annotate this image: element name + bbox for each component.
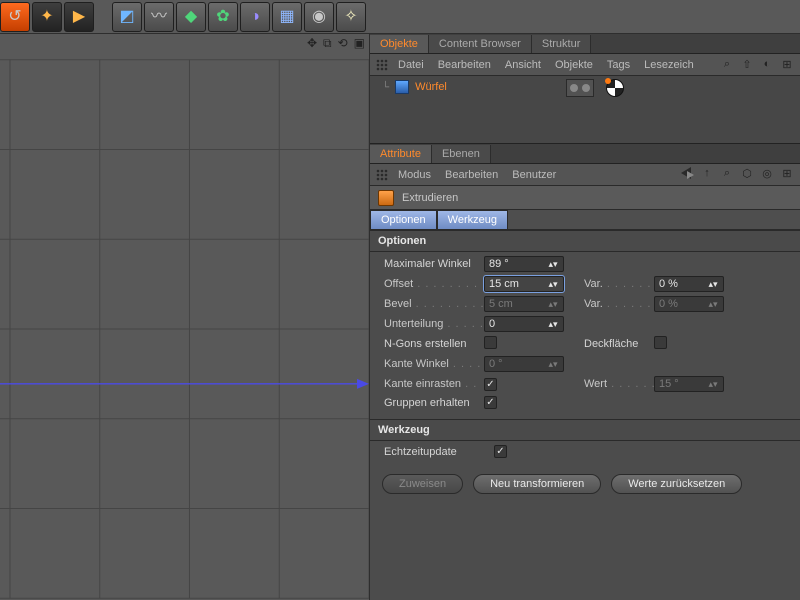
nav-back-icon[interactable] [680, 167, 694, 182]
max-angle-field[interactable]: 89 °▴▾ [484, 256, 564, 272]
primitive-cube-button[interactable]: ◩ [112, 2, 142, 32]
object-row-wuerfel[interactable]: └ Würfel [382, 80, 447, 94]
wert-label: Wert . . . . . . [584, 378, 654, 390]
undo-button[interactable]: ↺ [0, 2, 30, 32]
spline-button[interactable]: 〰 [144, 2, 174, 32]
target-icon[interactable]: ◎ [760, 167, 774, 182]
offset-label: Offset . . . . . . . . . [384, 278, 484, 290]
script-button[interactable]: ✦ [32, 2, 62, 32]
floor-button[interactable]: ▦ [272, 2, 302, 32]
om-menu-lesezeichen[interactable]: Lesezeich [644, 59, 694, 71]
vp-rotate-icon[interactable]: ⟲ [338, 36, 348, 51]
keep-groups-checkbox[interactable] [484, 396, 497, 409]
bevel-field: 5 cm▴▾ [484, 296, 564, 312]
cube-icon [395, 80, 409, 94]
reset-values-button[interactable]: Werte zurücksetzen [611, 474, 742, 494]
vp-zoom-icon[interactable]: ⧉ [323, 36, 332, 51]
section-optionen-title: Optionen [370, 230, 800, 252]
werkzeug-buttons: Zuweisen Neu transformieren Werte zurück… [370, 468, 800, 506]
render-button[interactable]: ▶ [64, 2, 94, 32]
deformer-button[interactable]: ✿ [208, 2, 238, 32]
grip-icon[interactable] [376, 59, 388, 71]
section-werkzeug-title: Werkzeug [370, 419, 800, 441]
caps-label: Deckfläche [584, 338, 654, 350]
phong-tag-icon[interactable] [606, 79, 624, 97]
om-menu-bearbeiten[interactable]: Bearbeiten [438, 59, 491, 71]
am-search-icon[interactable]: ⌕ [720, 167, 734, 182]
object-manager-menu: Datei Bearbeiten Ansicht Objekte Tags Le… [370, 54, 800, 76]
ngons-label: N-Gons erstellen [384, 338, 484, 350]
generator-button[interactable]: ◆ [176, 2, 206, 32]
wert-field: 15 °▴▾ [654, 376, 724, 392]
viewport-hud-icons: ✥ ⧉ ⟲ ▣ [307, 36, 365, 51]
object-manager-tabs: Objekte Content Browser Struktur [370, 34, 800, 54]
subdiv-label: Unterteilung . . . . . [384, 318, 484, 330]
offset-var-field[interactable]: 0 %▴▾ [654, 276, 724, 292]
visibility-toggle[interactable] [566, 79, 594, 97]
realtime-label: Echtzeitupdate [384, 446, 494, 458]
tab-attribute[interactable]: Attribute [370, 145, 432, 163]
bevel-var-label: Var. . . . . . . [584, 298, 654, 310]
attribute-tool-tabs: Optionen Werkzeug [370, 210, 800, 230]
max-angle-label: Maximaler Winkel [384, 258, 484, 270]
caps-checkbox[interactable] [654, 336, 667, 349]
grip-icon[interactable] [376, 169, 388, 181]
realtime-checkbox[interactable] [494, 445, 507, 458]
bevel-label: Bevel . . . . . . . . . . [384, 298, 484, 310]
am-expand-icon[interactable]: ⊞ [780, 167, 794, 182]
offset-var-label: Var. . . . . . . [584, 278, 654, 290]
extrude-icon [378, 190, 394, 206]
om-menu-datei[interactable]: Datei [398, 59, 424, 71]
ngons-checkbox[interactable] [484, 336, 497, 349]
bevel-var-field: 0 %▴▾ [654, 296, 724, 312]
om-menu-ansicht[interactable]: Ansicht [505, 59, 541, 71]
om-menu-objekte[interactable]: Objekte [555, 59, 593, 71]
hierarchy-icon: └ [382, 82, 389, 93]
tab-content-browser[interactable]: Content Browser [429, 35, 532, 53]
subdiv-field[interactable]: 0▴▾ [484, 316, 564, 332]
viewport-grid [0, 58, 369, 600]
edge-snap-checkbox[interactable] [484, 378, 497, 391]
om-expand-icon[interactable]: ⊞ [780, 58, 794, 71]
object-name-label[interactable]: Würfel [415, 81, 447, 93]
werkzeug-params: Echtzeitupdate [370, 441, 800, 468]
om-eye-icon[interactable]: ◐ [760, 58, 774, 71]
offset-field[interactable]: 15 cm▴▾ [484, 276, 564, 292]
camera-button[interactable]: ◉ [304, 2, 334, 32]
lock-icon[interactable]: ⬡ [740, 167, 754, 182]
new-transform-button[interactable]: Neu transformieren [473, 474, 601, 494]
am-menu-benutzer[interactable]: Benutzer [512, 169, 556, 181]
edge-angle-field: 0 °▴▾ [484, 356, 564, 372]
attribute-tool-name: Extrudieren [402, 192, 458, 204]
viewport[interactable]: ✥ ⧉ ⟲ ▣ [0, 34, 370, 600]
tab-struktur[interactable]: Struktur [532, 35, 592, 53]
om-search-icon[interactable]: ⌕ [720, 58, 734, 71]
nav-up-icon[interactable]: ↑ [700, 167, 714, 182]
vp-layout-icon[interactable]: ▣ [354, 36, 365, 51]
om-menu-tags[interactable]: Tags [607, 59, 630, 71]
attribute-manager-tabs: Attribute Ebenen [370, 144, 800, 164]
attribute-tool-header: Extrudieren [370, 186, 800, 210]
attribute-manager-menu: Modus Bearbeiten Benutzer ↑ ⌕ ⬡ ◎ ⊞ [370, 164, 800, 186]
object-manager-body[interactable]: └ Würfel [370, 76, 800, 144]
keep-groups-label: Gruppen erhalten [384, 397, 484, 409]
optionen-params: Maximaler Winkel 89 °▴▾ Offset . . . . .… [370, 252, 800, 419]
main-toolbar: ↺ ✦ ▶ ◩ 〰 ◆ ✿ ◑ ▦ ◉ ✧ [0, 0, 800, 34]
tool-tab-optionen[interactable]: Optionen [370, 210, 437, 229]
environment-button[interactable]: ◑ [240, 2, 270, 32]
vp-nav-icon[interactable]: ✥ [307, 36, 317, 51]
om-home-icon[interactable]: ⇧ [740, 58, 754, 71]
light-button[interactable]: ✧ [336, 2, 366, 32]
am-menu-modus[interactable]: Modus [398, 169, 431, 181]
apply-button: Zuweisen [382, 474, 463, 494]
edge-angle-label: Kante Winkel . . . . . [384, 358, 484, 370]
edge-snap-label: Kante einrasten . . [384, 378, 484, 390]
am-menu-bearbeiten[interactable]: Bearbeiten [445, 169, 498, 181]
tab-objekte[interactable]: Objekte [370, 35, 429, 53]
tool-tab-werkzeug[interactable]: Werkzeug [437, 210, 508, 229]
tab-ebenen[interactable]: Ebenen [432, 145, 491, 163]
